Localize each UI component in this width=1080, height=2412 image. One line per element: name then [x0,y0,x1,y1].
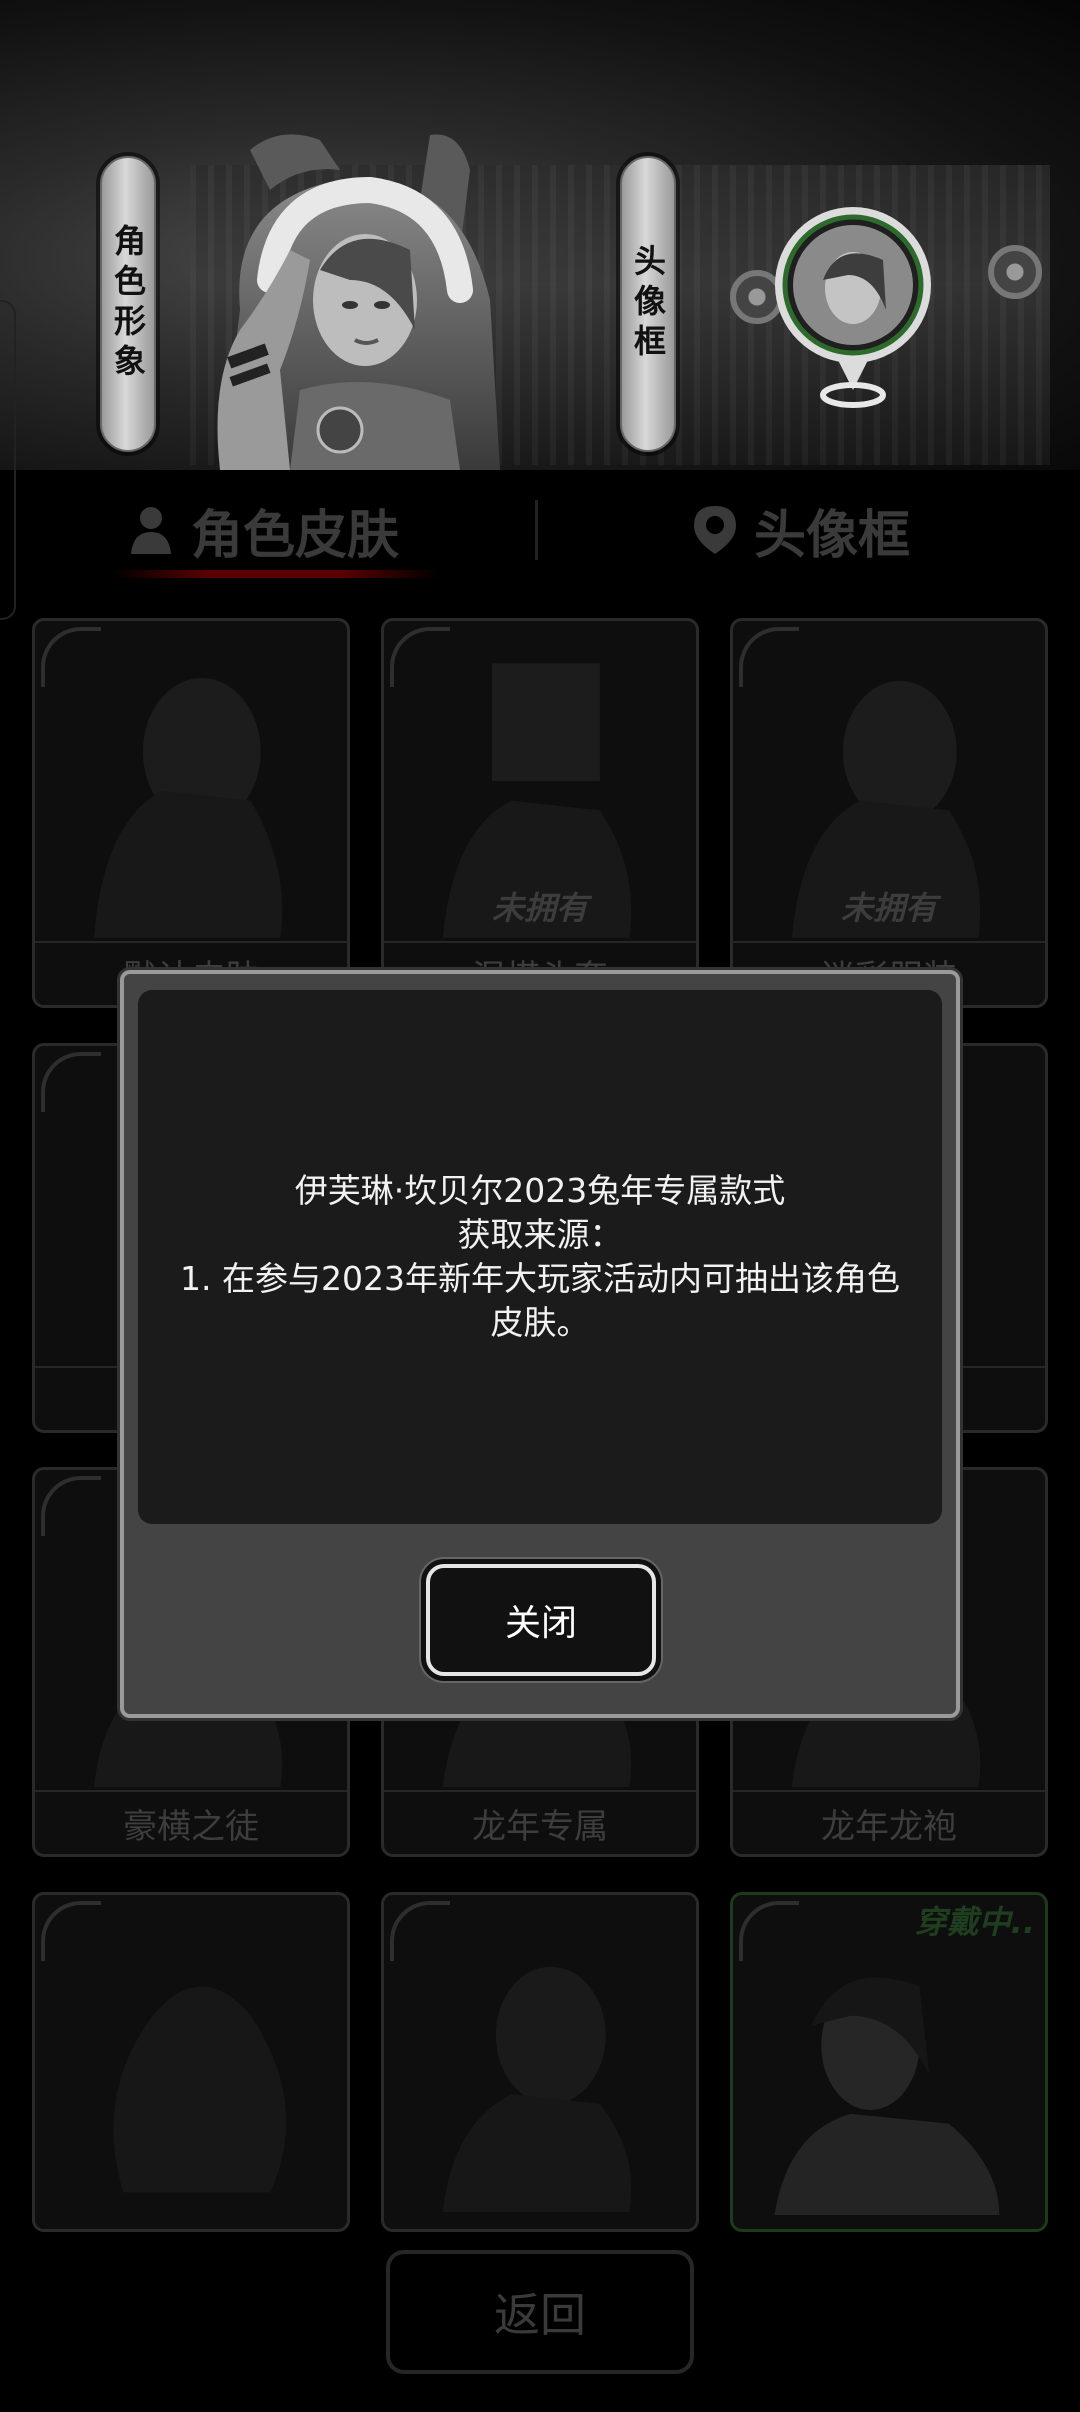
close-button[interactable]: 关闭 [426,1564,656,1676]
character-portrait [217,134,500,470]
skin-card[interactable]: 未拥有 迷彩服装 [730,618,1048,1008]
tab-divider [535,500,538,560]
tab-avatar-frame[interactable]: 头像框 [690,490,910,570]
character-appearance-label: 角色形象 [100,156,156,452]
source-detail-text: 1. 在参与2023年新年大玩家活动内可抽出该角色皮肤。 [180,1259,900,1342]
avatar-frame-preview [775,207,931,408]
fan-decoration-icon [988,245,1042,299]
skin-card-equipped[interactable]: 穿戴中.. [730,1892,1048,2232]
unowned-label: 未拥有 [491,889,588,927]
close-button-label: 关闭 [504,1603,577,1644]
unowned-label: 未拥有 [840,889,937,927]
card-corner-decoration [41,1052,101,1112]
skin-thumbnail [113,1986,287,2193]
dialog-content-panel: 伊芙琳·坎贝尔2023兔年专属款式 获取来源： 1. 在参与2023年新年大玩家… [138,990,942,1524]
header-banner: 角色形象 头像框 [0,0,1080,470]
tab-character-skin[interactable]: 角色皮肤 [125,490,399,570]
side-drawer-handle[interactable] [0,300,16,620]
skin-title-text: 伊芙琳·坎贝尔2023兔年专属款式 [294,1171,786,1210]
character-skin-icon [131,507,171,554]
back-button-label: 返回 [494,2288,586,2342]
skin-name: 豪横之徒 [35,1790,347,1854]
tab-label: 头像框 [754,505,911,566]
back-button[interactable]: 返回 [386,2250,694,2374]
skin-info-dialog: 伊芙琳·坎贝尔2023兔年专属款式 获取来源： 1. 在参与2023年新年大玩家… [120,970,960,1718]
avatar-frame-icon [694,506,736,554]
skin-thumbnail [774,1977,1000,2215]
vertical-label-text: 角色形象 [109,224,147,384]
active-tab-indicator [110,570,440,578]
dialog-message: 伊芙琳·坎贝尔2023兔年专属款式 获取来源： 1. 在参与2023年新年大玩家… [170,1169,910,1345]
skin-thumbnail [442,1966,632,2212]
skin-card[interactable]: 未拥有 混搭头套 [381,618,699,1008]
avatar-frame-label: 头像框 [620,156,676,452]
skin-card[interactable]: 默认皮肤 [32,618,350,1008]
source-heading-text: 获取来源： [457,1215,623,1254]
skin-card[interactable] [32,1892,350,2232]
skin-name: 龙年龙袍 [733,1790,1045,1854]
vertical-label-text: 头像框 [629,244,667,364]
skin-name: 龙年专属 [384,1790,696,1854]
equipped-badge: 穿戴中.. [914,1903,1035,1941]
skin-thumbnail [93,677,283,938]
skin-card[interactable] [381,1892,699,2232]
tab-label: 角色皮肤 [191,505,400,566]
